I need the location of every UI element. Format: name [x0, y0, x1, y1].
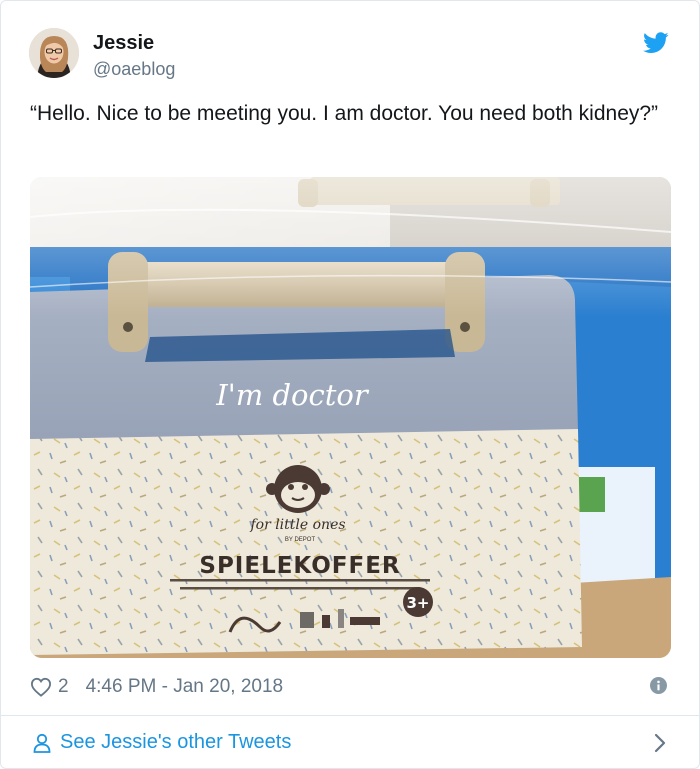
see-other-tweets-label[interactable]: See Jessie's other Tweets [60, 731, 291, 754]
like-count[interactable]: 2 [58, 676, 69, 698]
author-display-name[interactable]: Jessie [93, 32, 154, 55]
tweet-card: Jessie @oaeblog “Hello. Nice to be meeti… [0, 0, 700, 769]
tweet-photo[interactable]: I'm doctor for little ones BY DEPOT SPIE… [30, 177, 671, 658]
brand-sub-text: BY DEPOT [285, 537, 316, 543]
heart-icon[interactable] [30, 677, 52, 697]
tweet-meta: 2 4:46 PM - Jan 20, 2018 [30, 673, 670, 701]
chevron-right-icon[interactable] [653, 732, 667, 754]
tweet-header: Jessie @oaeblog [29, 28, 669, 84]
product-name-text: SPIELEKOFFER [199, 553, 400, 579]
brand-text: for little ones [249, 517, 345, 533]
age-badge-text: 3+ [406, 594, 429, 612]
tweet-timestamp[interactable]: 4:46 PM - Jan 20, 2018 [86, 676, 284, 698]
twitter-bird-icon[interactable] [643, 32, 669, 54]
lid-text: I'm doctor [215, 378, 370, 412]
info-icon[interactable] [650, 677, 667, 694]
author-handle[interactable]: @oaeblog [93, 59, 175, 80]
tweet-text: “Hello. Nice to be meeting you. I am doc… [30, 102, 659, 125]
person-icon [33, 733, 51, 753]
see-other-tweets-link[interactable]: See Jessie's other Tweets [1, 716, 699, 768]
avatar[interactable] [29, 28, 79, 78]
